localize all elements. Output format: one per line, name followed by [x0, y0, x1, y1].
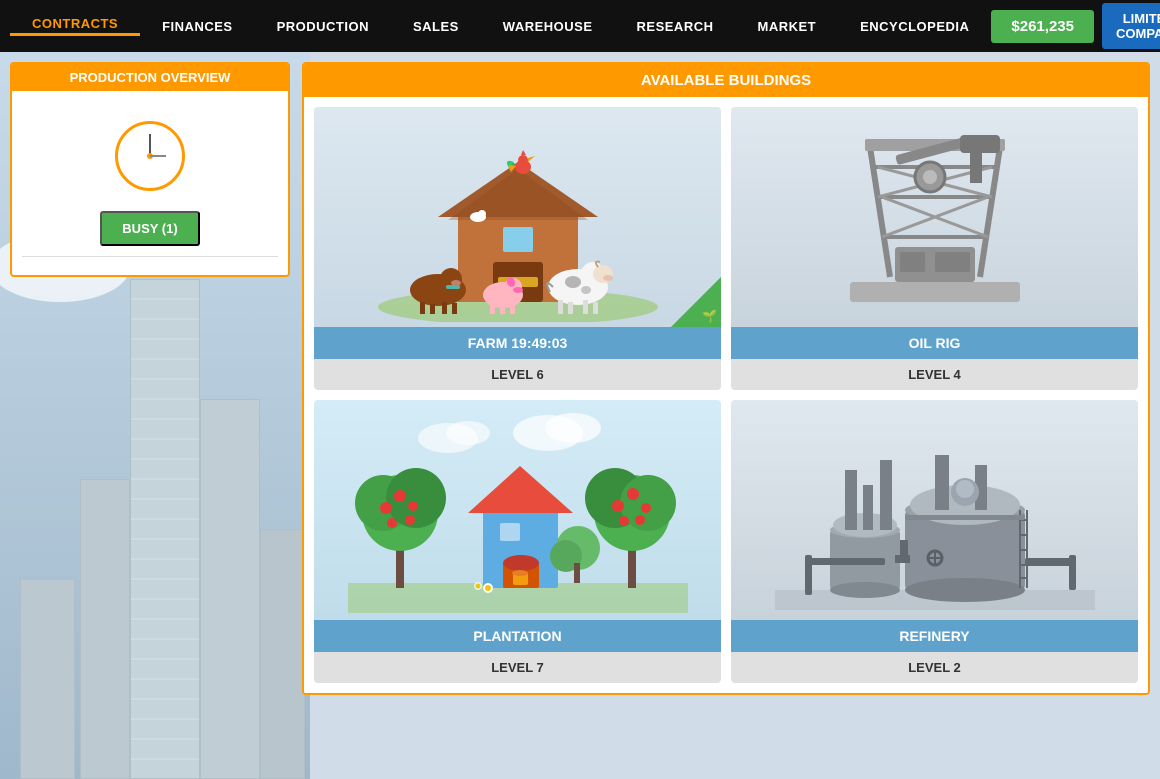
production-overview-panel: PRODUCTION OVERVIEW BUSY (1)	[10, 62, 290, 277]
plantation-level: LEVEL 7	[314, 652, 721, 683]
farm-image-area: 🌱	[314, 107, 721, 327]
badge-icon: 🌱	[698, 305, 721, 327]
nav-item-sales[interactable]: SALES	[391, 19, 481, 34]
plantation-label: PLANTATION	[314, 620, 721, 652]
oil-rig-level: LEVEL 4	[731, 359, 1138, 390]
refinery-label: REFINERY	[731, 620, 1138, 652]
nav-item-production[interactable]: PRODUCTION	[255, 19, 391, 34]
nav-item-contracts[interactable]: CONTRACTS	[10, 16, 140, 36]
buildings-grid: 🌱 FARM 19:49:03 LEVEL 6	[304, 97, 1148, 693]
oil-rig-building-card[interactable]: OIL RIG LEVEL 4	[731, 107, 1138, 390]
oil-rig-svg	[810, 117, 1060, 317]
farm-badge: 🌱	[671, 277, 721, 327]
available-buildings-panel: AVAILABLE BUILDINGS	[302, 62, 1150, 695]
balance-button[interactable]: $261,235	[991, 10, 1094, 43]
refinery-building-card[interactable]: REFINERY LEVEL 2	[731, 400, 1138, 683]
nav-item-research[interactable]: RESEARCH	[615, 19, 736, 34]
refinery-image-area	[731, 400, 1138, 620]
refinery-svg	[775, 410, 1095, 610]
top-navigation: CONTRACTS FINANCES PRODUCTION SALES WARE…	[0, 0, 1160, 52]
nav-item-encyclopedia[interactable]: ENCYCLOPEDIA	[838, 19, 991, 34]
clock-center-dot	[147, 153, 153, 159]
plantation-building-card[interactable]: PLANTATION LEVEL 7	[314, 400, 721, 683]
busy-status-button[interactable]: BUSY (1)	[100, 211, 199, 246]
busy-clock	[115, 121, 185, 191]
plantation-svg	[348, 408, 688, 613]
company-name: LIMITED COMPANY	[1116, 11, 1160, 41]
farm-building-card[interactable]: 🌱 FARM 19:49:03 LEVEL 6	[314, 107, 721, 390]
nav-items: CONTRACTS FINANCES PRODUCTION SALES WARE…	[10, 16, 991, 36]
main-content: PRODUCTION OVERVIEW BUSY (1) AVAILABLE B…	[0, 52, 1160, 779]
clock-container	[22, 101, 278, 211]
nav-right: $261,235 LIMITED COMPANY level 17 ▼	[991, 3, 1160, 49]
plantation-image-area	[314, 400, 721, 620]
oil-rig-image-area	[731, 107, 1138, 327]
nav-item-market[interactable]: MARKET	[736, 19, 839, 34]
nav-item-finances[interactable]: FINANCES	[140, 19, 254, 34]
farm-svg	[358, 112, 678, 322]
refinery-level: LEVEL 2	[731, 652, 1138, 683]
right-panel: AVAILABLE BUILDINGS	[302, 62, 1150, 769]
company-button[interactable]: LIMITED COMPANY level 17 ▼	[1102, 3, 1160, 49]
overview-divider	[22, 256, 278, 257]
oil-rig-label: OIL RIG	[731, 327, 1138, 359]
farm-label: FARM 19:49:03	[314, 327, 721, 359]
production-overview-title: PRODUCTION OVERVIEW	[12, 64, 288, 91]
left-panel: PRODUCTION OVERVIEW BUSY (1)	[10, 62, 290, 769]
nav-item-warehouse[interactable]: WAREHOUSE	[481, 19, 615, 34]
farm-level: LEVEL 6	[314, 359, 721, 390]
available-buildings-title: AVAILABLE BUILDINGS	[304, 64, 1148, 97]
